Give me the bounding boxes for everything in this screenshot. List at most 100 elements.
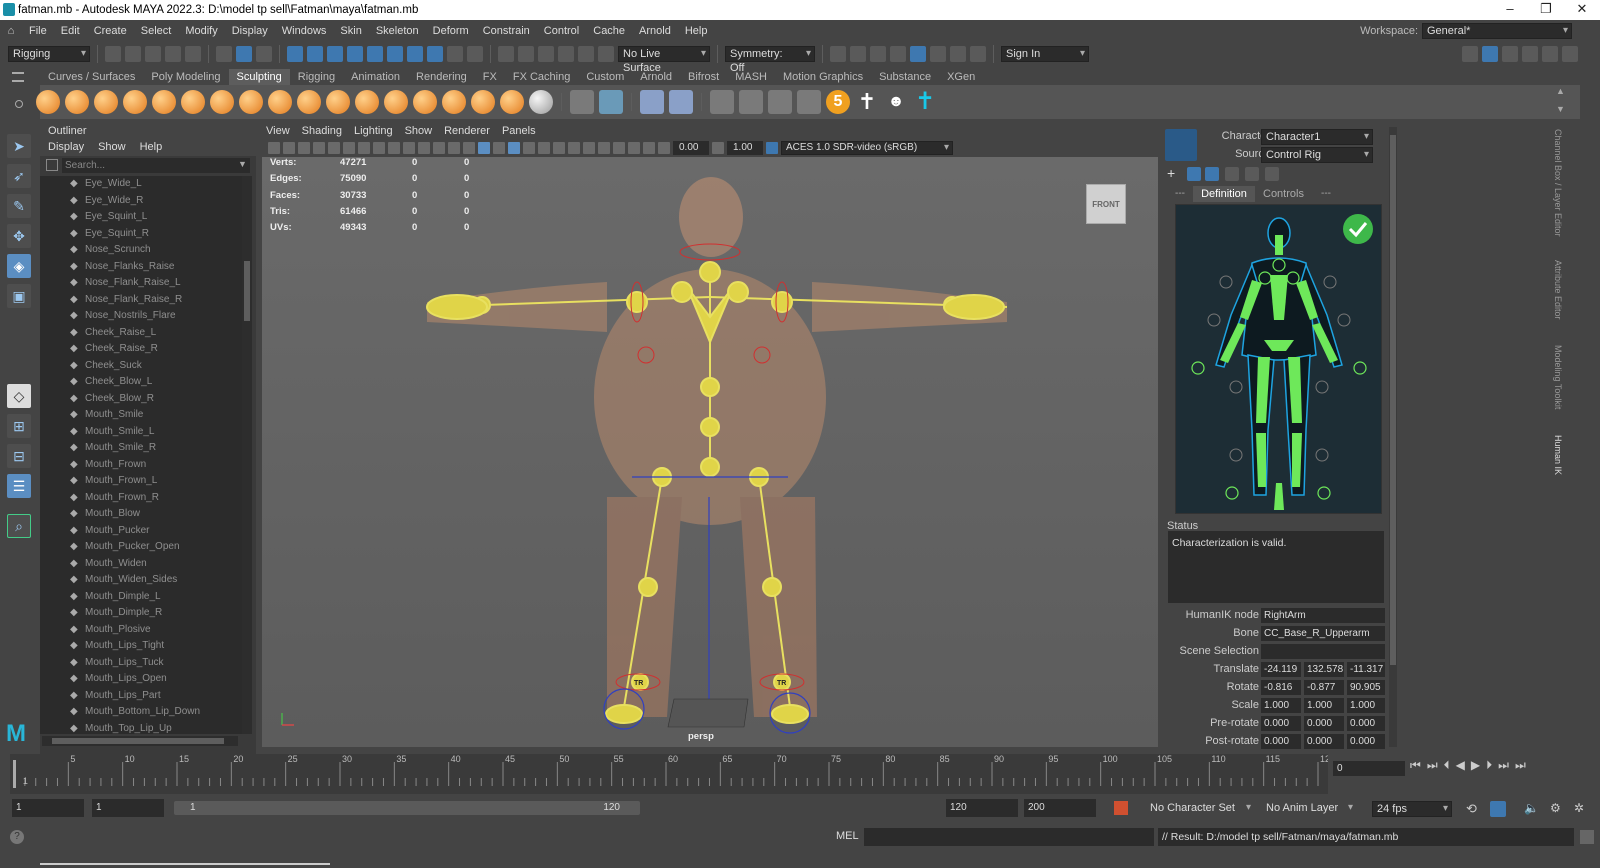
hypershade-icon[interactable] [910,45,926,62]
shelf-scroll-down-icon[interactable]: ▼ [1556,104,1565,114]
snap-options-icon[interactable] [598,45,614,62]
bookmark-icon[interactable] [298,142,310,154]
outliner-item[interactable]: ◆ Cheek_Raise_R [40,341,242,358]
delete-icon[interactable] [1265,167,1279,181]
animation-start-field[interactable]: 1 [12,799,84,817]
outliner-item[interactable]: ◆ Mouth_Blow [40,506,242,523]
outliner-item[interactable]: ◆ Mouth_Lips_Open [40,671,242,688]
paint-select-tool-icon[interactable]: ✎ [7,194,31,218]
make-live-icon[interactable] [578,45,594,62]
fps-dropdown[interactable]: 24 fps [1372,801,1452,817]
menu-arnold[interactable]: Arnold [632,25,678,37]
custom-tool-icon[interactable]: 5 [826,90,850,114]
grid-icon[interactable] [358,142,370,154]
fill-tool-icon[interactable] [384,90,408,114]
flatten-tool-icon[interactable] [181,90,205,114]
select-misc-icon[interactable] [427,45,443,62]
single-perspective-view-icon[interactable]: ◇ [7,384,31,408]
shelf-tab-fx-caching[interactable]: FX Caching [505,69,578,85]
rotate-x-field[interactable]: -0.816 [1261,680,1301,695]
play-back-icon[interactable]: ◀ [1456,758,1465,773]
outliner-item[interactable]: ◆ Eye_Squint_R [40,226,242,243]
move-tool-icon[interactable]: ✥ [7,224,31,248]
workspace-toggle-icon[interactable] [1462,45,1478,62]
persp-outliner-icon[interactable]: ⊟ [7,444,31,468]
outliner-item[interactable]: ◆ Mouth_Frown_R [40,490,242,507]
menu-create[interactable]: Create [87,25,134,37]
go-to-start-icon[interactable]: ⏮ [1410,758,1421,773]
outliner-search-input[interactable]: Search... [62,158,250,173]
sound-icon[interactable]: 🔈 [1524,801,1539,815]
symmetry-dropdown[interactable]: Symmetry: Off [725,45,815,74]
tab-channel-box[interactable]: Channel Box / Layer Editor [1553,129,1563,237]
character-dropdown[interactable]: Character1 [1261,129,1373,145]
smooth-tool-icon[interactable] [65,90,89,114]
select-tool-icon[interactable]: ➤ [7,134,31,158]
shelf-tab-substance[interactable]: Substance [871,69,939,85]
gate-mask-icon[interactable] [403,142,415,154]
shelf-scroll-up-icon[interactable]: ▲ [1556,86,1565,96]
isolate-select-icon[interactable] [613,142,625,154]
tab-modeling-toolkit[interactable]: Modeling Toolkit [1553,345,1563,409]
menu-deform[interactable]: Deform [426,25,476,37]
lock-icon[interactable] [1187,167,1201,181]
wax-tool-icon[interactable] [326,90,350,114]
translate-z-field[interactable]: -11.317 [1347,662,1385,677]
humanik-tab-right-dash[interactable]: --- [1321,188,1331,199]
xray-joints-icon[interactable] [643,142,655,154]
image-plane-icon[interactable] [313,142,325,154]
shelf-tab-curves-surfaces[interactable]: Curves / Surfaces [40,69,143,85]
viewport-menu-view[interactable]: View [266,125,290,139]
menu-skeleton[interactable]: Skeleton [369,25,426,37]
gamma-field[interactable]: 1.00 [727,141,763,155]
shelf-tab-sculpting[interactable]: Sculpting [228,69,290,85]
humanik-node-field[interactable]: RightArm [1261,608,1385,623]
scene-selection-field[interactable] [1261,644,1385,659]
shelf-tab-arnold[interactable]: Arnold [632,69,680,85]
scale-z-field[interactable]: 1.000 [1347,698,1385,713]
exposure-icon[interactable] [658,142,670,154]
time-slider[interactable]: 1 5 10 15 20 25 30 35 40 45 50 55 60 65 70 75 80 85 90 95 10… [10,754,1328,794]
load-icon[interactable] [1225,167,1239,181]
undo-icon[interactable] [165,45,181,62]
select-curves-icon[interactable] [327,45,343,62]
auto-key-icon[interactable] [1114,801,1128,815]
pinch-tool-icon[interactable] [152,90,176,114]
two-d-pan-icon[interactable] [328,142,340,154]
loop-icon[interactable]: ⟲ [1466,801,1477,817]
render-history-icon[interactable] [830,45,846,62]
camera-attributes-icon[interactable] [283,142,295,154]
show-tool-settings-icon[interactable] [1522,45,1538,62]
shelf-tab-xgen[interactable]: XGen [939,69,983,85]
viewcube[interactable]: FRONT [1086,184,1126,224]
freeze-tool-icon[interactable] [529,90,553,114]
select-component-icon[interactable] [256,45,272,62]
redo-icon[interactable] [185,45,201,62]
scrollbar-thumb[interactable] [244,261,250,321]
outliner-item[interactable]: ◆ Mouth_Pucker_Open [40,539,242,556]
minimize-button[interactable]: – [1492,0,1528,18]
outliner-layout-icon[interactable]: ☰ [7,474,31,498]
spray-tool-icon[interactable] [239,90,263,114]
menu-windows[interactable]: Windows [275,25,334,37]
outliner-item[interactable]: ◆ Mouth_Lips_Tuck [40,655,242,672]
new-scene-icon[interactable] [105,45,121,62]
field-chart-icon[interactable] [418,142,430,154]
menu-control[interactable]: Control [537,25,586,37]
outliner-menu-display[interactable]: Display [48,138,84,156]
grease-pencil-icon[interactable] [343,142,355,154]
tab-attribute-editor[interactable]: Attribute Editor [1553,260,1563,320]
character-set-dropdown[interactable]: No Character Set [1146,801,1254,817]
anim-preferences-icon[interactable]: ✲ [1574,801,1584,815]
postrotate-x-field[interactable]: 0.000 [1261,734,1301,749]
film-gate-icon[interactable] [373,142,385,154]
script-editor-icon[interactable] [1580,830,1594,844]
outliner-item[interactable]: ◆ Mouth_Plosive [40,622,242,639]
outliner-item[interactable]: ◆ Mouth_Widen [40,556,242,573]
highlight-selection-icon[interactable] [467,45,483,62]
scale-tool-icon[interactable]: ▣ [7,284,31,308]
lights-icon[interactable] [538,142,550,154]
anim-layer-dropdown[interactable]: No Anim Layer [1262,801,1356,817]
smear-tool-icon[interactable] [442,90,466,114]
outliner-item[interactable]: ◆ Mouth_Dimple_R [40,605,242,622]
